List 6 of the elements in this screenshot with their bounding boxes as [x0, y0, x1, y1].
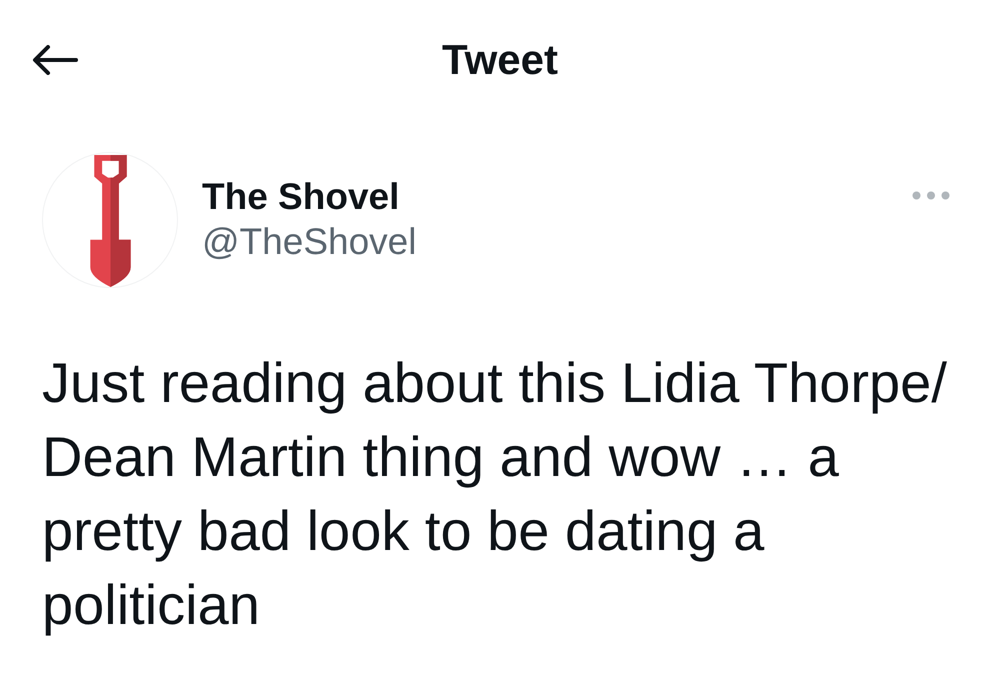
- author-name[interactable]: The Shovel: [202, 177, 400, 218]
- author-handle[interactable]: @TheShovel: [202, 222, 416, 263]
- profile-avatar[interactable]: [42, 152, 178, 288]
- page-title: Tweet: [442, 39, 558, 81]
- tweet-text: Just reading about this Lidia Thorpe/Dean Martin thing and wow … a pretty bad look to be dating a politician: [42, 350, 948, 638]
- back-arrow-icon[interactable]: [32, 45, 78, 75]
